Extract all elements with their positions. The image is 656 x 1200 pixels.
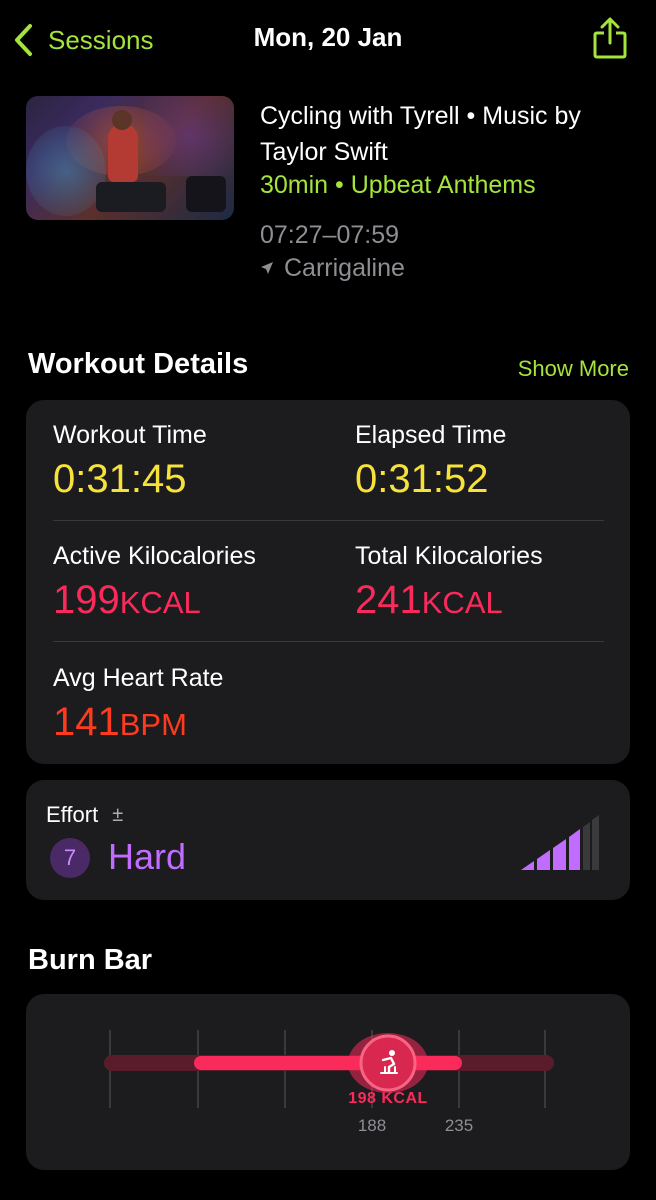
session-time-range: 07:27–07:59 (260, 221, 400, 249)
session-thumbnail[interactable] (26, 96, 234, 220)
metric-value: 199KCAL (53, 578, 201, 622)
metric-label: Total Kilocalories (355, 542, 543, 570)
effort-label-row: Effort ± (46, 802, 123, 828)
session-subtitle: 30min • Upbeat Anthems (260, 171, 536, 199)
divider (53, 641, 604, 642)
page-title: Mon, 20 Jan (253, 22, 403, 52)
effort-bar-6 (592, 815, 599, 870)
workout-details-card: Workout Time 0:31:45 Elapsed Time 0:31:5… (26, 400, 630, 764)
metric-value: 241KCAL (355, 578, 503, 622)
metric-label: Avg Heart Rate (53, 664, 224, 692)
session-title: Cycling with Tyrell • Music by Taylor Sw… (260, 102, 581, 166)
burn-range-low: 188 (357, 1116, 387, 1135)
show-more-link[interactable]: Show More (518, 356, 629, 382)
metric-label: Active Kilocalories (53, 542, 256, 570)
burn-marker (359, 1034, 417, 1092)
effort-meter-icon (521, 815, 599, 870)
metric-value: 0:31:52 (355, 457, 489, 501)
metric-value: 141BPM (53, 700, 187, 744)
metric-avg-heart-rate: Avg Heart Rate 141BPM (53, 663, 223, 748)
nav-bar: Sessions Mon, 20 Jan (0, 0, 656, 80)
effort-card[interactable]: Effort ± 7 Hard (26, 780, 630, 900)
effort-bar-5 (583, 822, 590, 870)
metric-workout-time: Workout Time 0:31:45 (53, 420, 207, 502)
burn-bar-graphic (104, 1030, 554, 1108)
effort-bar-2 (537, 850, 550, 870)
divider (53, 520, 604, 521)
location-label: Carrigaline (284, 254, 405, 282)
burn-range-high: 235 (444, 1116, 474, 1135)
effort-bar-3 (553, 839, 566, 870)
location-arrow-icon (261, 262, 273, 274)
metric-label: Workout Time (53, 421, 207, 449)
metric-active-kcal: Active Kilocalories 199KCAL (53, 541, 256, 626)
burn-bar-heading: Burn Bar (28, 944, 153, 976)
session-location: Carrigaline (260, 251, 405, 285)
share-icon[interactable] (592, 16, 628, 60)
metric-value: 0:31:45 (53, 457, 187, 501)
effort-rating-text: Hard (108, 836, 187, 877)
effort-bar-4 (569, 829, 580, 870)
effort-bar-1 (521, 861, 534, 870)
metric-label: Elapsed Time (355, 421, 507, 449)
metric-total-kcal: Total Kilocalories 241KCAL (355, 541, 543, 626)
workout-details-heading: Workout Details (28, 348, 249, 380)
effort-level-badge: 7 (50, 838, 90, 878)
metric-elapsed-time: Elapsed Time 0:31:52 (355, 420, 506, 502)
adjust-icon: ± (112, 803, 124, 826)
burn-bar-card: 198 KCAL 188 235 (26, 994, 630, 1170)
burn-kcal-label: 198 KCAL (348, 1090, 428, 1107)
effort-label: Effort (46, 802, 99, 827)
